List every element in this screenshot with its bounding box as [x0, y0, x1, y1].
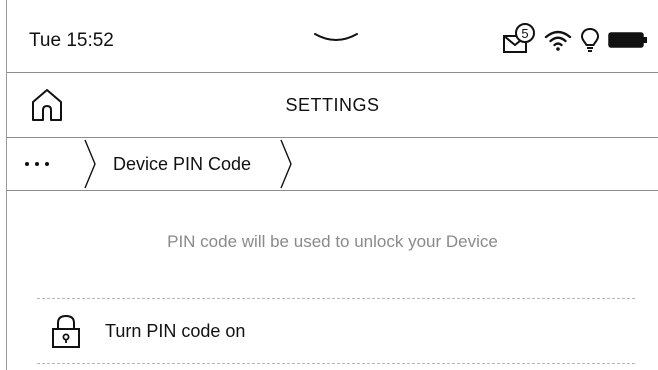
- breadcrumb-separator-icon: [84, 139, 96, 189]
- breadcrumb-separator-icon: [280, 139, 292, 189]
- more-dot: [35, 162, 39, 166]
- breadcrumb: Device PIN Code: [7, 138, 658, 191]
- page-title: SETTINGS: [285, 95, 380, 115]
- settings-screen: Tue 15:52 5 SETTINGS Device PIN Code PIN…: [0, 0, 658, 370]
- status-bar: Tue 15:52 5: [7, 0, 658, 73]
- turn-pin-on-item[interactable]: Turn PIN code on: [37, 299, 635, 363]
- battery-icon[interactable]: [608, 30, 648, 50]
- status-icons: 5: [502, 20, 648, 60]
- breadcrumb-current: Device PIN Code: [113, 154, 252, 174]
- mail-icon[interactable]: 5: [502, 22, 536, 58]
- status-time: Tue 15:52: [29, 30, 114, 51]
- lock-icon: [52, 314, 80, 348]
- wifi-icon[interactable]: [544, 28, 572, 52]
- collapse-chevron-icon[interactable]: [311, 28, 361, 48]
- breadcrumb-more-button[interactable]: [25, 146, 75, 182]
- divider: [37, 363, 635, 364]
- pin-description: PIN code will be used to unlock your Dev…: [167, 232, 498, 251]
- notification-count: 5: [521, 26, 528, 41]
- app-header: SETTINGS: [7, 73, 658, 138]
- more-dots-icon: [25, 162, 29, 166]
- more-dot: [45, 162, 49, 166]
- turn-pin-on-label: Turn PIN code on: [105, 321, 246, 341]
- frontlight-icon[interactable]: [580, 26, 600, 54]
